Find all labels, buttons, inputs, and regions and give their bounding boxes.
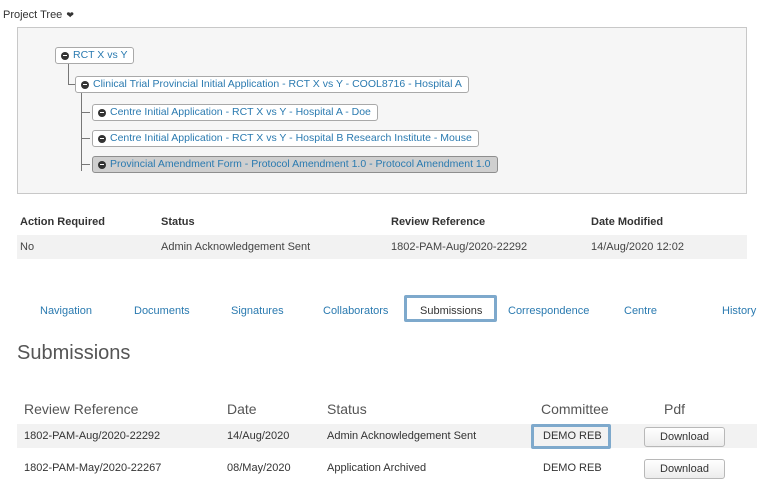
review-reference-value: 1802-PAM-Aug/2020-22292 [391, 241, 528, 253]
row-date: 08/May/2020 [227, 462, 291, 474]
tree-connector [81, 138, 90, 139]
tree-node-label: Provincial Amendment Form - Protocol Ame… [110, 158, 491, 170]
row-date: 14/Aug/2020 [227, 430, 290, 442]
project-tree-toggle[interactable]: Project Tree ❤ [3, 9, 74, 21]
collapse-icon[interactable] [61, 51, 69, 60]
tree-node-amendment-selected[interactable]: Provincial Amendment Form - Protocol Ame… [92, 156, 498, 173]
info-row: No Admin Acknowledgement Sent 1802-PAM-A… [17, 235, 747, 259]
action-required-value: No [20, 241, 35, 253]
header-action-required: Action Required [20, 216, 105, 228]
tree-connector [81, 164, 90, 165]
tree-node-label: RCT X vs Y [73, 49, 128, 61]
tree-node-project[interactable]: RCT X vs Y [55, 47, 135, 64]
date-modified-value: 14/Aug/2020 12:02 [591, 241, 684, 253]
tab-centre[interactable]: Centre [624, 305, 657, 317]
col-committee: Committee [541, 401, 609, 417]
status-value: Admin Acknowledgement Sent [161, 241, 311, 253]
collapse-icon[interactable] [98, 134, 106, 143]
chevron-down-icon: ❤ [66, 9, 74, 20]
col-date: Date [227, 401, 257, 417]
collapse-icon[interactable] [81, 80, 89, 89]
committee-highlight-box [531, 424, 611, 449]
row-status: Application Archived [327, 462, 427, 474]
col-pdf: Pdf [664, 401, 686, 417]
col-review-reference: Review Reference [24, 401, 139, 417]
tab-documents[interactable]: Documents [134, 305, 190, 317]
row-review-reference[interactable]: 1802-PAM-May/2020-22267 [24, 462, 161, 474]
row-review-reference[interactable]: 1802-PAM-Aug/2020-22292 [24, 430, 160, 442]
submissions-title: Submissions [17, 342, 131, 364]
download-button[interactable]: Download [644, 427, 725, 447]
header-review-reference: Review Reference [391, 216, 486, 228]
tree-node-centre-hospital-b[interactable]: Centre Initial Application - RCT X vs Y … [92, 130, 479, 147]
header-date-modified: Date Modified [591, 216, 664, 228]
row-status: Admin Acknowledgement Sent [327, 430, 477, 442]
tree-node-label: Centre Initial Application - RCT X vs Y … [110, 106, 371, 118]
tab-navigation[interactable]: Navigation [40, 305, 92, 317]
tree-node-provincial-initial[interactable]: Clinical Trial Provincial Initial Applic… [75, 76, 469, 93]
tab-collaborators[interactable]: Collaborators [323, 305, 388, 317]
tree-node-label: Centre Initial Application - RCT X vs Y … [110, 132, 472, 144]
header-status: Status [161, 216, 195, 228]
download-button[interactable]: Download [644, 459, 725, 479]
tab-signatures[interactable]: Signatures [231, 305, 284, 317]
tab-history[interactable]: History [722, 305, 756, 317]
collapse-icon[interactable] [98, 108, 106, 117]
row-committee: DEMO REB [543, 462, 602, 474]
collapse-icon[interactable] [98, 160, 106, 169]
project-tree-label: Project Tree [3, 9, 63, 21]
tab-correspondence[interactable]: Correspondence [508, 305, 589, 317]
tree-connector [81, 93, 82, 171]
tree-node-label: Clinical Trial Provincial Initial Applic… [93, 78, 462, 90]
tab-submissions[interactable]: Submissions [420, 305, 482, 317]
project-tree-panel: RCT X vs Y Clinical Trial Provincial Ini… [17, 27, 747, 194]
col-status: Status [327, 401, 367, 417]
tree-node-centre-hospital-a[interactable]: Centre Initial Application - RCT X vs Y … [92, 104, 378, 121]
tree-connector [81, 112, 90, 113]
